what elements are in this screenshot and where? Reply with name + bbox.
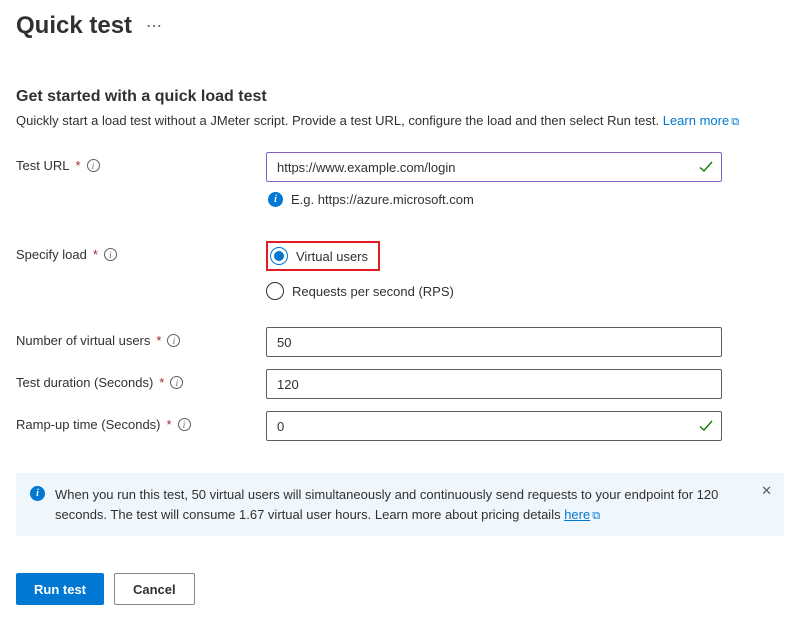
- test-url-label: Test URL: [16, 158, 69, 173]
- field-num-virtual-users: Number of virtual users * i: [16, 327, 784, 357]
- test-duration-label: Test duration (Seconds): [16, 375, 153, 390]
- required-indicator: *: [156, 333, 161, 348]
- section-title: Get started with a quick load test: [16, 88, 784, 106]
- field-specify-load: Specify load * i Virtual users Requests …: [16, 241, 784, 303]
- field-test-url: Test URL * i i E.g. https://azure.micros…: [16, 152, 784, 229]
- load-radio-group: Virtual users Requests per second (RPS): [266, 241, 722, 303]
- required-indicator: *: [167, 417, 172, 432]
- test-url-hint: E.g. https://azure.microsoft.com: [291, 192, 474, 207]
- page-header: Quick test ⋯: [16, 12, 784, 40]
- field-ramp-up: Ramp-up time (Seconds) * i: [16, 411, 784, 441]
- radio-icon: [266, 282, 284, 300]
- info-banner: i When you run this test, 50 virtual use…: [16, 473, 784, 536]
- info-icon[interactable]: i: [170, 376, 183, 389]
- num-virtual-users-input[interactable]: [266, 327, 722, 357]
- info-icon: i: [30, 486, 45, 501]
- specify-load-label: Specify load: [16, 247, 87, 262]
- test-duration-input[interactable]: [266, 369, 722, 399]
- radio-rps[interactable]: Requests per second (RPS): [266, 279, 722, 303]
- radio-virtual-users[interactable]: Virtual users: [266, 241, 380, 271]
- ramp-up-label: Ramp-up time (Seconds): [16, 417, 161, 432]
- section-description: Quickly start a load test without a JMet…: [16, 112, 784, 130]
- pricing-link[interactable]: here: [564, 507, 590, 522]
- close-icon[interactable]: ✕: [761, 483, 772, 499]
- required-indicator: *: [75, 158, 80, 173]
- info-icon[interactable]: i: [167, 334, 180, 347]
- field-test-duration: Test duration (Seconds) * i: [16, 369, 784, 399]
- learn-more-link[interactable]: Learn more⧉: [663, 113, 739, 128]
- get-started-section: Get started with a quick load test Quick…: [16, 88, 784, 130]
- cancel-button[interactable]: Cancel: [114, 573, 195, 605]
- required-indicator: *: [93, 247, 98, 262]
- more-icon[interactable]: ⋯: [146, 16, 163, 36]
- num-virtual-users-label: Number of virtual users: [16, 333, 150, 348]
- ramp-up-input[interactable]: [266, 411, 722, 441]
- external-link-icon: ⧉: [592, 510, 600, 522]
- footer-actions: Run test Cancel: [16, 562, 784, 605]
- external-link-icon: ⧉: [731, 116, 739, 128]
- info-icon: i: [268, 192, 283, 207]
- run-test-button[interactable]: Run test: [16, 573, 104, 605]
- checkmark-icon: [698, 418, 714, 434]
- page-title: Quick test: [16, 12, 132, 40]
- banner-text: When you run this test, 50 virtual users…: [55, 485, 744, 524]
- checkmark-icon: [698, 159, 714, 175]
- radio-icon: [270, 247, 288, 265]
- info-icon[interactable]: i: [104, 248, 117, 261]
- info-icon[interactable]: i: [87, 159, 100, 172]
- required-indicator: *: [159, 375, 164, 390]
- info-icon[interactable]: i: [178, 418, 191, 431]
- test-url-input[interactable]: [266, 152, 722, 182]
